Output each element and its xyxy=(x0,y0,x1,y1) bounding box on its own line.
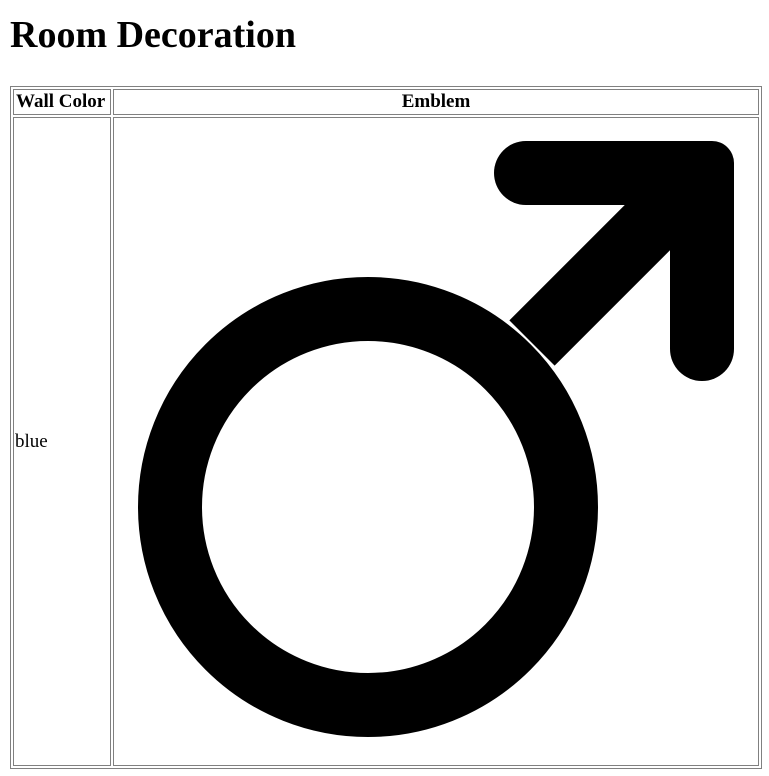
table-header-wall-color: Wall Color xyxy=(13,89,111,115)
table-cell-emblem xyxy=(113,117,759,766)
male-symbol-icon xyxy=(138,141,734,737)
table-header-emblem: Emblem xyxy=(113,89,759,115)
wall-color-value: blue xyxy=(15,431,48,452)
table-header-label: Wall Color xyxy=(16,91,106,112)
table-header-label: Emblem xyxy=(401,91,471,112)
page-title: Room Decoration xyxy=(10,14,296,56)
table-cell-wall-color: blue xyxy=(13,117,111,766)
